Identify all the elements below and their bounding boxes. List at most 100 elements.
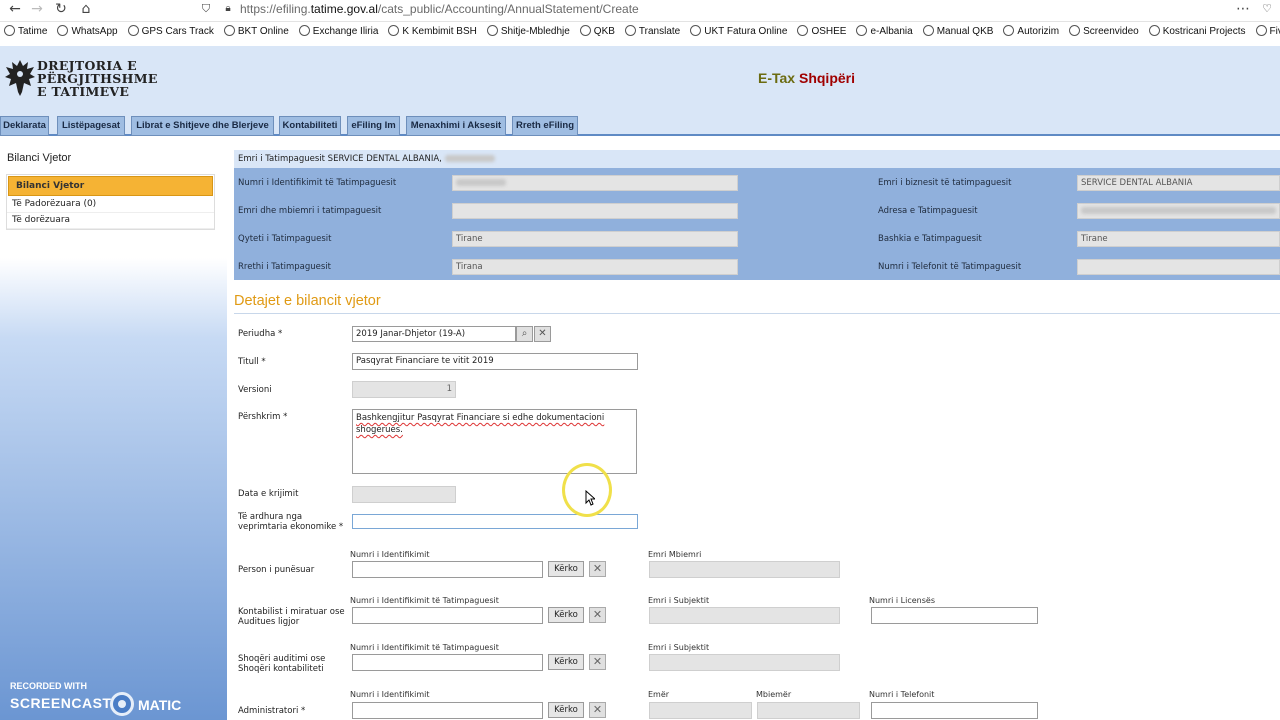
bookmark-item[interactable]: Manual QKB (922, 25, 994, 37)
taxpayer-name-header: Emri i Tatimpaguesit SERVICE DENTAL ALBA… (234, 150, 1280, 168)
admin-id-field[interactable] (352, 702, 543, 719)
revenue-input[interactable] (352, 514, 638, 529)
admin-first-label: Emër (648, 690, 670, 699)
accountant-license-field[interactable] (871, 607, 1038, 624)
bookmark-item[interactable]: e-Albania (856, 25, 913, 37)
watermark-matic: MATIC (138, 697, 182, 713)
accountant-subject-field (649, 607, 840, 624)
sidebar-item-te-padorezuara[interactable]: Të Padorëzuara (0) (7, 197, 214, 213)
bookmark-label: Manual QKB (936, 26, 994, 37)
bookmark-item[interactable]: WhatsApp (57, 25, 118, 37)
back-icon[interactable]: ← (4, 0, 26, 18)
title-field[interactable]: Pasqyrat Financiare te vitit 2019 (352, 353, 638, 370)
admin-last-field (757, 702, 860, 719)
period-field[interactable]: 2019 Janar-Dhjetor (19-A) (352, 326, 516, 342)
bookmark-label: Tatime (18, 26, 48, 37)
admin-id-label: Numri i Identifikimit (350, 690, 430, 699)
etax-title-b: Shqipëri (798, 70, 855, 86)
bookmark-item[interactable]: UKT Fatura Online (690, 25, 787, 37)
admin-phone-field[interactable] (871, 702, 1038, 719)
sidebar: Bilanci Vjetor Bilanci Vjetor Të Padorëz… (0, 138, 227, 720)
employed-search-button[interactable]: Kërko (548, 561, 584, 577)
bookmark-icon (127, 25, 139, 36)
sidebar-item-bilanci-vjetor[interactable]: Bilanci Vjetor (8, 176, 213, 196)
nipt-field (452, 175, 738, 191)
tab-kontabiliteti[interactable]: Kontabiliteti (279, 116, 341, 136)
owner-field (452, 203, 738, 219)
tab-listepagesat[interactable]: Listëpagesat (57, 116, 125, 136)
audit-id-field[interactable] (352, 654, 543, 671)
city-label: Qyteti i Tatimpaguesit (238, 234, 332, 244)
bookmark-item[interactable]: K Kembimit BSH (388, 25, 477, 37)
bookmark-label: GPS Cars Track (141, 26, 214, 37)
bookmarks-bar: Tatime WhatsApp GPS Cars Track BKT Online Ex… (0, 25, 1280, 43)
clear-icon[interactable]: ✕ (534, 326, 551, 342)
accountant-license-label: Numri i Licensës (869, 596, 935, 605)
address-bar[interactable]: https://efiling.tatime.gov.al/cats_publi… (240, 2, 639, 16)
bookmark-icon (1148, 25, 1160, 36)
bookmark-item[interactable]: QKB (579, 25, 615, 37)
bookmark-item[interactable]: Shitje-Mbledhje (486, 25, 570, 37)
employed-name-label: Emri Mbiemri (648, 550, 702, 559)
bookmark-label: Screenvideo (1083, 26, 1139, 37)
etax-title: E-Tax Shqipëri (758, 70, 855, 86)
screencast-logo-icon (110, 692, 134, 716)
audit-label-line: Shoqëri auditimi ose (238, 654, 326, 664)
bookmark-icon (223, 25, 235, 36)
tab-rreth[interactable]: Rreth eFiling (512, 116, 578, 136)
business-label: Emri i biznesit të tatimpaguesit (878, 178, 1012, 188)
bookmark-item[interactable]: Tatime (4, 25, 47, 37)
bookmark-icon (579, 25, 591, 36)
more-icon[interactable]: ⋯ (1232, 0, 1254, 18)
bookmark-label: e-Albania (870, 26, 913, 37)
audit-search-button[interactable]: Kërko (548, 654, 584, 670)
redacted-value (1081, 207, 1276, 214)
tab-librat[interactable]: Librat e Shitjeve dhe Blerjeve (131, 116, 274, 136)
tab-efiling-im[interactable]: eFiling Im (347, 116, 400, 136)
tab-deklarata[interactable]: Deklarata (0, 116, 49, 136)
bookmark-label: UKT Fatura Online (704, 26, 788, 37)
accountant-search-button[interactable]: Kërko (548, 607, 584, 623)
sidebar-item-te-dorezuara[interactable]: Të dorëzuara (7, 213, 214, 229)
employed-id-field[interactable] (352, 561, 543, 578)
bookmark-label: Autorizim (1017, 26, 1060, 37)
period-label: Periudha * (238, 329, 283, 339)
accountant-id-field[interactable] (352, 607, 543, 624)
employed-clear-icon[interactable]: ✕ (589, 561, 606, 577)
heart-icon[interactable]: ♡ (1256, 0, 1278, 18)
search-icon[interactable]: ⌕ (516, 326, 533, 342)
bookmark-item[interactable]: GPS Cars Track (127, 25, 214, 37)
bookmark-item[interactable]: BKT Online (223, 25, 289, 37)
tab-menaxhimi[interactable]: Menaxhimi i Aksesit (406, 116, 506, 136)
admin-first-field (649, 702, 752, 719)
municipality-field: Tirane (1077, 231, 1280, 247)
audit-clear-icon[interactable]: ✕ (589, 654, 606, 670)
bookmark-icon (388, 25, 400, 36)
url-domain: tatime.gov.al (310, 2, 378, 16)
reload-icon[interactable]: ↻ (50, 0, 72, 18)
version-field: 1 (352, 381, 456, 398)
bookmark-item[interactable]: Exchange Iliria (298, 25, 378, 37)
bookmark-item[interactable]: OSHEE (797, 25, 846, 37)
accountant-label-line: Auditues ligjor (238, 617, 300, 627)
section-divider (234, 313, 1280, 314)
bookmark-item[interactable]: Fiverr (1255, 25, 1280, 37)
bookmark-icon (298, 25, 310, 36)
address-field (1077, 203, 1280, 219)
admin-search-button[interactable]: Kërko (548, 702, 584, 718)
bookmark-item[interactable]: Translate (624, 25, 680, 37)
home-icon[interactable]: ⌂ (75, 0, 97, 18)
bookmark-icon (856, 25, 868, 36)
audit-id-label: Numri i Identifikimit të Tatimpaguesit (350, 643, 499, 652)
shield-icon[interactable]: ⛉ (195, 0, 217, 18)
bookmark-item[interactable]: Screenvideo (1069, 25, 1139, 37)
accountant-label-line: Kontabilist i miratuar ose (238, 607, 345, 617)
phone-label: Numri i Telefonit të Tatimpaguesit (878, 262, 1022, 272)
revenue-label-line: veprimtaria ekonomike * (238, 522, 344, 532)
accountant-clear-icon[interactable]: ✕ (589, 607, 606, 623)
forward-icon[interactable]: → (26, 0, 48, 18)
bookmark-item[interactable]: Kostricani Projects (1148, 25, 1246, 37)
bookmark-item[interactable]: Autorizim (1003, 25, 1059, 37)
lock-icon: 🔒︎ (225, 3, 231, 14)
admin-clear-icon[interactable]: ✕ (589, 702, 606, 718)
